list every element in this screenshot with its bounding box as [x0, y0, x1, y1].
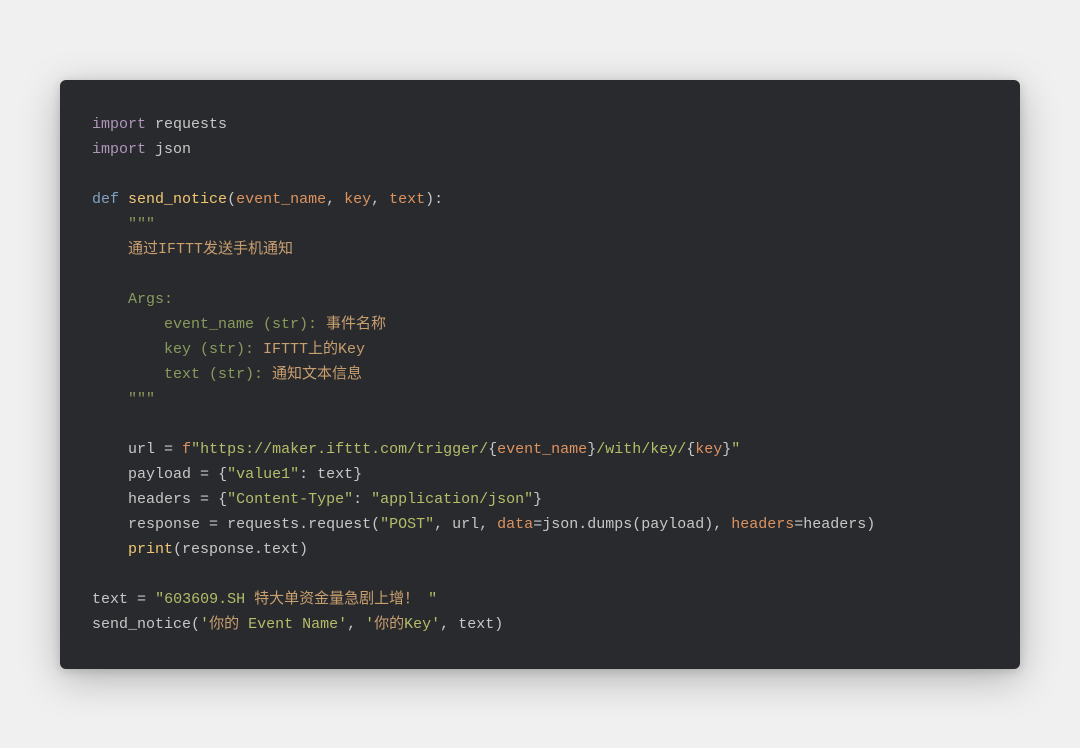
dict-val: text [317, 466, 353, 483]
docstring-param-desc: IFTTT上的Key [263, 341, 365, 358]
docstring-param-desc: 事件名称 [326, 316, 386, 333]
kwarg: headers [731, 516, 794, 533]
var: text [92, 591, 128, 608]
function-name: send_notice [128, 191, 227, 208]
keyword-import: import [92, 141, 146, 158]
keyword-import: import [92, 116, 146, 133]
arg-string-cn: 你的 [209, 616, 239, 633]
var: url [128, 441, 155, 458]
string-part: "603609.SH [155, 591, 254, 608]
module-name: requests [155, 116, 227, 133]
arg-string: Event Name' [239, 616, 347, 633]
param: text [389, 191, 425, 208]
docstring-param: event_name (str): [164, 316, 326, 333]
docstring-quote: """ [128, 216, 155, 233]
docstring-args: Args: [128, 291, 173, 308]
docstring-text: 通过IFTTT发送手机通知 [128, 241, 293, 258]
arg-string-cn: 你的 [374, 616, 404, 633]
arg: headers) [803, 516, 875, 533]
code-block: import requests import json def send_not… [60, 80, 1020, 669]
arg-string: Key' [404, 616, 440, 633]
kwarg: data [497, 516, 533, 533]
function-call: send_notice [92, 616, 191, 633]
dict-val: "application/json" [371, 491, 533, 508]
dict-key: "value1" [227, 466, 299, 483]
docstring-param: key (str): [164, 341, 263, 358]
var: payload [128, 466, 191, 483]
arg-string: ' [200, 616, 209, 633]
keyword-def: def [92, 191, 119, 208]
module-name: json [155, 141, 191, 158]
string-cn: 特大单资金量急剧上增！ [254, 591, 419, 608]
f-prefix: f [182, 441, 191, 458]
string-part: " [731, 441, 740, 458]
code-content: import requests import json def send_not… [92, 112, 988, 637]
fstring-var: key [695, 441, 722, 458]
arg-string: ' [365, 616, 374, 633]
string-part: /with/key/ [596, 441, 686, 458]
builtin-print: print [128, 541, 173, 558]
string-part: " [419, 591, 437, 608]
param: key [344, 191, 371, 208]
var: response [128, 516, 200, 533]
arg: text [458, 616, 494, 633]
dict-key: "Content-Type" [227, 491, 353, 508]
var: headers [128, 491, 191, 508]
docstring-param-desc: 通知文本信息 [272, 366, 362, 383]
string-part: "https://maker.ifttt.com/trigger/ [191, 441, 488, 458]
print-arg: (response.text) [173, 541, 308, 558]
docstring-quote: """ [128, 391, 155, 408]
docstring-param: text (str): [164, 366, 272, 383]
arg: url [452, 516, 479, 533]
param: event_name [236, 191, 326, 208]
fstring-var: event_name [497, 441, 587, 458]
arg-string: "POST" [380, 516, 434, 533]
arg-call: json.dumps(payload) [542, 516, 713, 533]
call: requests.request( [227, 516, 380, 533]
